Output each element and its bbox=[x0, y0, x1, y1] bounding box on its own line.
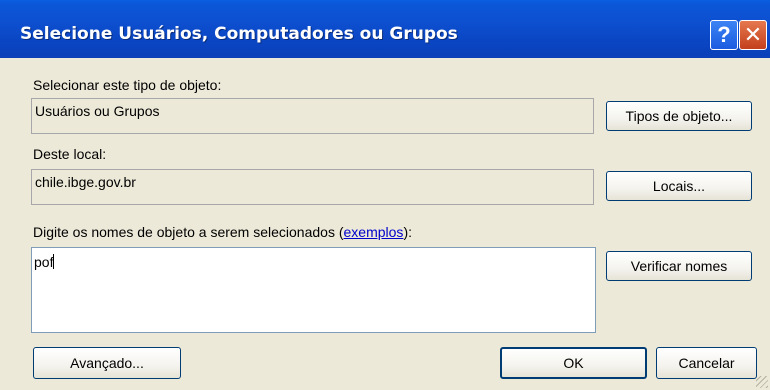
object-type-label: Selecionar este tipo de objeto: bbox=[33, 77, 222, 93]
locations-button[interactable]: Locais... bbox=[606, 171, 752, 201]
close-button[interactable]: ✕ bbox=[739, 20, 767, 50]
help-icon: ? bbox=[717, 22, 731, 47]
names-label-prefix: Digite os nomes de objeto a serem seleci… bbox=[33, 224, 344, 240]
object-types-button[interactable]: Tipos de objeto... bbox=[606, 101, 752, 131]
window-title: Selecione Usuários, Computadores ou Grup… bbox=[20, 24, 458, 44]
names-label: Digite os nomes de objeto a serem seleci… bbox=[33, 224, 412, 240]
advanced-button[interactable]: Avançado... bbox=[33, 347, 181, 379]
location-field: chile.ibge.gov.br bbox=[31, 169, 594, 205]
help-button[interactable]: ? bbox=[710, 20, 738, 50]
close-icon: ✕ bbox=[743, 22, 763, 47]
title-bar: Selecione Usuários, Computadores ou Grup… bbox=[0, 0, 770, 58]
check-names-button[interactable]: Verificar nomes bbox=[606, 251, 752, 281]
text-caret bbox=[53, 254, 55, 269]
examples-link[interactable]: exemplos bbox=[344, 224, 404, 240]
location-label: Deste local: bbox=[33, 146, 107, 162]
ok-button[interactable]: OK bbox=[500, 347, 647, 379]
object-type-field: Usuários ou Grupos bbox=[31, 98, 594, 134]
cancel-button[interactable]: Cancelar bbox=[656, 347, 757, 379]
object-names-input[interactable]: pof bbox=[31, 247, 596, 333]
object-names-value: pof bbox=[34, 254, 54, 270]
resize-grip[interactable] bbox=[756, 376, 768, 388]
names-label-suffix: ): bbox=[403, 224, 412, 240]
